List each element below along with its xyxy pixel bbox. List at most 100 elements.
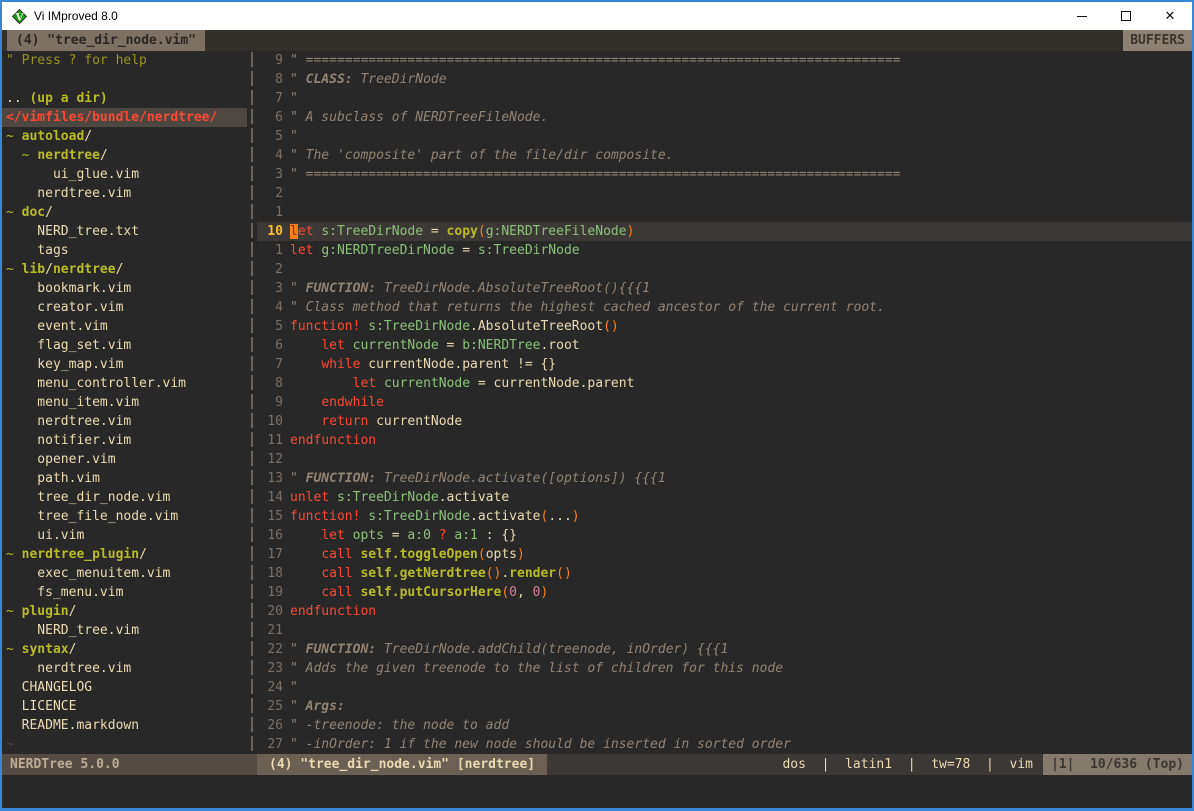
line-number: 24: [257, 678, 283, 697]
tree-item[interactable]: NERD_tree.txt: [2, 222, 247, 241]
code-line[interactable]: 26" -treenode: the node to add: [257, 716, 1192, 735]
tree-item[interactable]: ~ nerdtree/: [2, 146, 247, 165]
code-line[interactable]: 24": [257, 678, 1192, 697]
code-line[interactable]: 9 endwhile: [257, 393, 1192, 412]
line-number: 3: [257, 279, 283, 298]
line-number: 8: [257, 70, 283, 89]
code-line[interactable]: 16 let opts = a:0 ? a:1 : {}: [257, 526, 1192, 545]
line-number: 20: [257, 602, 283, 621]
code-line[interactable]: 15function! s:TreeDirNode.activate(...): [257, 507, 1192, 526]
tree-item[interactable]: tree_dir_node.vim: [2, 488, 247, 507]
svg-text:V: V: [15, 12, 24, 23]
title-bar: V Vi IMproved 8.0 ✕: [2, 2, 1192, 30]
line-number: 13: [257, 469, 283, 488]
code-line[interactable]: 8 let currentNode = currentNode.parent: [257, 374, 1192, 393]
tree-item[interactable]: ui.vim: [2, 526, 247, 545]
code-line[interactable]: 3" =====================================…: [257, 165, 1192, 184]
tree-item[interactable]: menu_item.vim: [2, 393, 247, 412]
tree-item[interactable]: </vimfiles/bundle/nerdtree/: [2, 108, 247, 127]
code-line[interactable]: 21: [257, 621, 1192, 640]
code-line[interactable]: 7 while currentNode.parent != {}: [257, 355, 1192, 374]
tree-item[interactable]: nerdtree.vim: [2, 184, 247, 203]
tree-item[interactable]: README.markdown: [2, 716, 247, 735]
code-line[interactable]: 4" The 'composite' part of the file/dir …: [257, 146, 1192, 165]
editor-lines: 9" =====================================…: [257, 51, 1192, 754]
code-line[interactable]: 1: [257, 203, 1192, 222]
line-number: 3: [257, 165, 283, 184]
code-line[interactable]: 3" FUNCTION: TreeDirNode.AbsoluteTreeRoo…: [257, 279, 1192, 298]
code-line[interactable]: 4" Class method that returns the highest…: [257, 298, 1192, 317]
line-number: 9: [257, 393, 283, 412]
tree-item[interactable]: NERD_tree.vim: [2, 621, 247, 640]
code-line[interactable]: 12: [257, 450, 1192, 469]
code-line[interactable]: 14unlet s:TreeDirNode.activate: [257, 488, 1192, 507]
tree-item[interactable]: ~ doc/: [2, 203, 247, 222]
tree-item[interactable]: tags: [2, 241, 247, 260]
code-line[interactable]: 27" -inOrder: 1 if the new node should b…: [257, 735, 1192, 754]
window-separator[interactable]: [247, 51, 257, 754]
code-line[interactable]: 2: [257, 260, 1192, 279]
buffers-label: BUFFERS: [1123, 30, 1192, 51]
tree-item[interactable]: ~ nerdtree_plugin/: [2, 545, 247, 564]
line-number: 16: [257, 526, 283, 545]
close-button[interactable]: ✕: [1148, 2, 1192, 30]
tree-item[interactable]: exec_menuitem.vim: [2, 564, 247, 583]
code-line[interactable]: 18 call self.getNerdtree().render(): [257, 564, 1192, 583]
tree-item[interactable]: CHANGELOG: [2, 678, 247, 697]
tabbar-spacer: [205, 30, 1123, 51]
code-line[interactable]: 20endfunction: [257, 602, 1192, 621]
window-title: Vi IMproved 8.0: [34, 7, 118, 26]
tree-item[interactable]: nerdtree.vim: [2, 659, 247, 678]
tree-item[interactable]: tree_file_node.vim: [2, 507, 247, 526]
code-line[interactable]: 22" FUNCTION: TreeDirNode.addChild(treen…: [257, 640, 1192, 659]
tree-item[interactable]: " Press ? for help: [2, 51, 247, 70]
code-line[interactable]: 25" Args:: [257, 697, 1192, 716]
code-line[interactable]: 9" =====================================…: [257, 51, 1192, 70]
code-line[interactable]: 6 let currentNode = b:NERDTree.root: [257, 336, 1192, 355]
tree-item[interactable]: key_map.vim: [2, 355, 247, 374]
code-line[interactable]: 17 call self.toggleOpen(opts): [257, 545, 1192, 564]
maximize-button[interactable]: [1104, 2, 1148, 30]
tree-item[interactable]: fs_menu.vim: [2, 583, 247, 602]
tree-item[interactable]: ~: [2, 735, 247, 754]
line-number: 15: [257, 507, 283, 526]
minimize-button[interactable]: [1060, 2, 1104, 30]
code-line[interactable]: 8" CLASS: TreeDirNode: [257, 70, 1192, 89]
code-line[interactable]: 19 call self.putCursorHere(0, 0): [257, 583, 1192, 602]
tree-item[interactable]: ~ lib/nerdtree/: [2, 260, 247, 279]
code-line[interactable]: 11endfunction: [257, 431, 1192, 450]
buffer-status: (4) "tree_dir_node.vim" [nerdtree]: [257, 754, 547, 775]
tree-item[interactable]: menu_controller.vim: [2, 374, 247, 393]
tree-item[interactable]: path.vim: [2, 469, 247, 488]
tree-item[interactable]: notifier.vim: [2, 431, 247, 450]
code-line[interactable]: 23" Adds the given treenode to the list …: [257, 659, 1192, 678]
tree-item[interactable]: .. (up a dir): [2, 89, 247, 108]
tree-item[interactable]: flag_set.vim: [2, 336, 247, 355]
tree-item[interactable]: ~ syntax/: [2, 640, 247, 659]
tree-item[interactable]: nerdtree.vim: [2, 412, 247, 431]
tree-item[interactable]: bookmark.vim: [2, 279, 247, 298]
tab-tree-dir-node[interactable]: (4) "tree_dir_node.vim": [7, 30, 205, 51]
line-number: 12: [257, 450, 283, 469]
code-line[interactable]: 1let g:NERDTreeDirNode = s:TreeDirNode: [257, 241, 1192, 260]
code-line[interactable]: 2: [257, 184, 1192, 203]
tree-item[interactable]: creator.vim: [2, 298, 247, 317]
tree-item[interactable]: opener.vim: [2, 450, 247, 469]
code-line[interactable]: 5function! s:TreeDirNode.AbsoluteTreeRoo…: [257, 317, 1192, 336]
line-number: 11: [257, 431, 283, 450]
cursor-position: |1| 10/636 (Top): [1043, 754, 1192, 775]
command-line[interactable]: [2, 775, 1192, 808]
code-line[interactable]: 6" A subclass of NERDTreeFileNode.: [257, 108, 1192, 127]
code-line[interactable]: 10let s:TreeDirNode = copy(g:NERDTreeFil…: [257, 222, 1192, 241]
code-line[interactable]: 13" FUNCTION: TreeDirNode.activate([opti…: [257, 469, 1192, 488]
tree-item[interactable]: LICENCE: [2, 697, 247, 716]
tree-item[interactable]: event.vim: [2, 317, 247, 336]
tree-item[interactable]: [2, 70, 247, 89]
tree-item[interactable]: ~ plugin/: [2, 602, 247, 621]
tree-item[interactable]: ui_glue.vim: [2, 165, 247, 184]
code-line[interactable]: 10 return currentNode: [257, 412, 1192, 431]
tree-item[interactable]: ~ autoload/: [2, 127, 247, 146]
code-line[interactable]: 5": [257, 127, 1192, 146]
code-line[interactable]: 7": [257, 89, 1192, 108]
statusbar-fill: [547, 754, 782, 775]
